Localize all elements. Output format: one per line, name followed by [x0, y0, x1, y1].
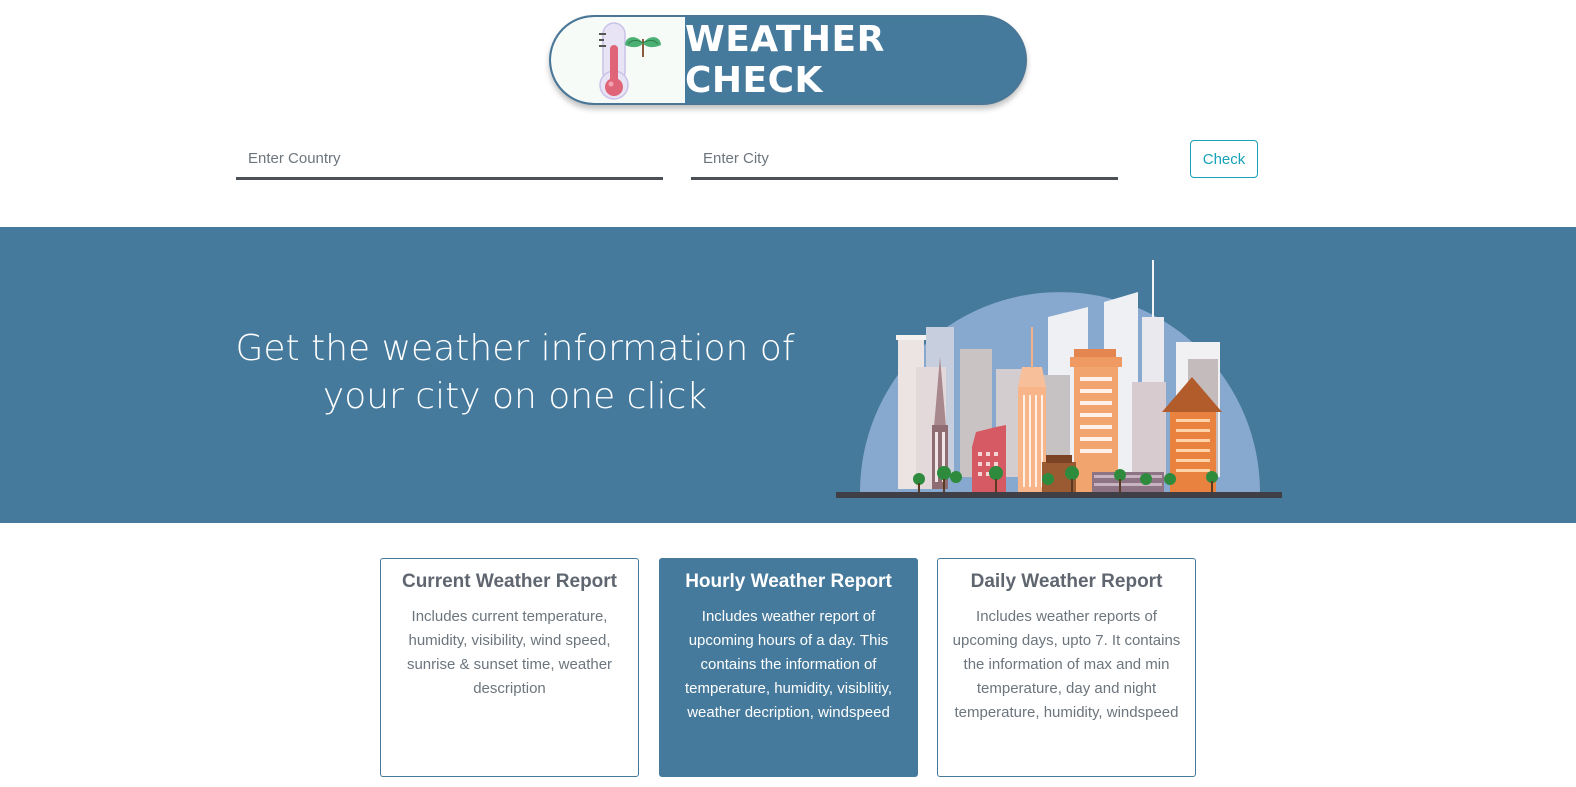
hero-line-2: your city on one click [322, 376, 708, 417]
country-input[interactable] [236, 140, 663, 180]
check-button[interactable]: Check [1190, 140, 1258, 178]
thermometer-sprout-icon [599, 22, 661, 100]
daily-weather-card[interactable]: Daily Weather Report Includes weather re… [937, 558, 1196, 777]
logo-banner: WEATHER CHECK [549, 15, 1027, 105]
card-description: Includes current temperature, humidity, … [406, 608, 613, 697]
card-title: Hourly Weather Report [685, 571, 892, 592]
app-title: WEATHER CHECK [685, 19, 885, 101]
hero-headline: Get the weather information of your city… [230, 325, 800, 421]
card-description: Includes weather report of upcoming hour… [684, 608, 892, 721]
city-input[interactable] [691, 140, 1118, 180]
logo-icon-box [551, 17, 685, 103]
card-title: Daily Weather Report [970, 571, 1163, 592]
hero-line-1: Get the weather information of [235, 328, 795, 369]
current-weather-card[interactable]: Current Weather Report Includes current … [380, 558, 639, 777]
city-skyline-illustration [836, 260, 1282, 498]
card-title: Current Weather Report [401, 571, 617, 592]
hero-banner: Get the weather information of your city… [0, 227, 1576, 523]
card-description: Includes weather reports of upcoming day… [952, 608, 1181, 721]
hourly-weather-card[interactable]: Hourly Weather Report Includes weather r… [659, 558, 918, 777]
